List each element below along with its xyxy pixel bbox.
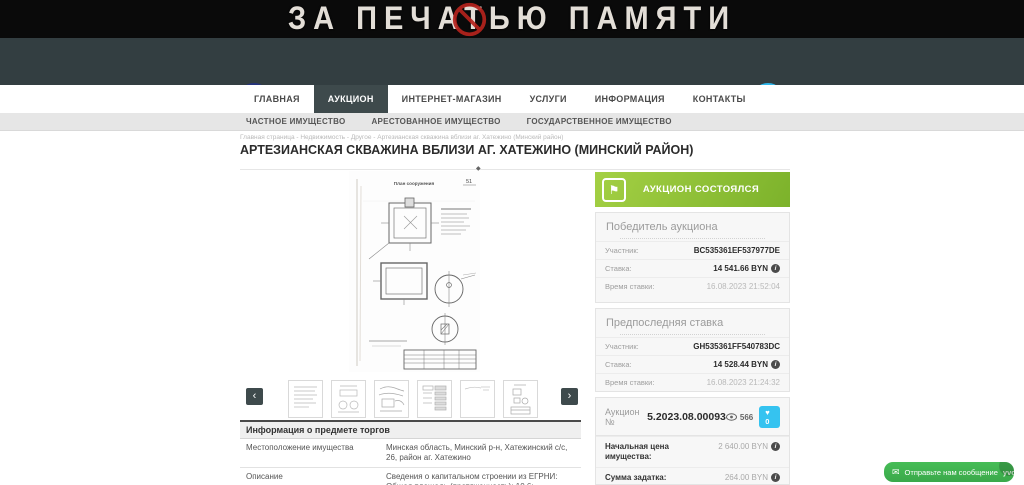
participant-value: GH535361FF540783DC <box>693 342 780 351</box>
prev-participant-row: Участник: GH535361FF540783DC <box>596 337 789 355</box>
gallery-thumbnail-2[interactable] <box>331 380 366 418</box>
bid-value: 14 541.66 BYNi <box>713 264 780 273</box>
divider <box>620 238 765 239</box>
nav-tab-shop[interactable]: ИНТЕРНЕТ-МАГАЗИН <box>388 85 516 113</box>
prev-bid-row: Ставка: 14 528.44 BYNi <box>596 355 789 373</box>
auction-number-label: Аукцион № <box>605 407 643 427</box>
drawing-page-number: 51 <box>466 179 472 185</box>
divider <box>620 334 765 335</box>
info-row-value: Минская область, Минский р-н, Хатежински… <box>386 443 575 463</box>
drawing-caption: План сооружения <box>394 181 435 186</box>
previous-bid-panel: Предпоследняя ставка Участник: GH535361F… <box>595 308 790 392</box>
info-icon[interactable]: i <box>771 473 780 482</box>
subnav-private-property[interactable]: ЧАСТНОЕ ИМУЩЕСТВО <box>246 113 345 130</box>
gallery-thumbnail-4[interactable] <box>417 380 452 418</box>
time-value: 16.08.2023 21:52:04 <box>707 282 780 291</box>
ad-banner-title: ЗА ПЕЧАТЬЮ ПАМЯТИ <box>288 1 736 38</box>
gallery-thumbnail-6[interactable] <box>503 380 538 418</box>
participant-label: Участник: <box>605 246 639 255</box>
auction-status-banner: ⚑ АУКЦИОН СОСТОЯЛСЯ <box>595 172 790 207</box>
info-row-label: Описание <box>246 472 386 485</box>
info-table-title: Информация о предмете торгов <box>240 420 581 439</box>
chat-label: Отправьте нам сообщение <box>905 468 998 477</box>
views-counter: 566 <box>726 413 753 422</box>
bid-value: 14 528.44 BYNi <box>713 360 780 369</box>
auction-header: Аукцион № 5.2023.08.00093 566 ♥ 0 <box>596 398 789 436</box>
prev-time-row: Время ставки: 16.08.2023 21:24:32 <box>596 373 789 391</box>
nav-tab-services[interactable]: УСЛУГИ <box>516 85 581 113</box>
gallery-prev-button[interactable]: ‹ <box>246 388 263 405</box>
winner-participant-row: Участник: BC535361EF537977DE <box>596 241 789 259</box>
previous-bid-panel-title: Предпоследняя ставка <box>596 309 789 334</box>
page: ЗА ПЕЧАТЬЮ ПАМЯТИ БелЮрОбеспечение ПЛОЩА… <box>0 0 1024 485</box>
subnav-state-property[interactable]: ГОСУДАРСТВЕННОЕ ИМУЩЕСТВО <box>527 113 672 130</box>
time-label: Время ставки: <box>605 378 654 387</box>
nav-tab-contacts[interactable]: КОНТАКТЫ <box>679 85 760 113</box>
info-icon[interactable]: i <box>771 442 780 451</box>
views-count: 566 <box>740 413 753 422</box>
info-icon[interactable]: i <box>771 360 780 369</box>
gallery-next-button[interactable]: › <box>561 388 578 405</box>
top-ad-banner[interactable]: ЗА ПЕЧАТЬЮ ПАМЯТИ <box>0 0 1024 38</box>
flag-icon: ⚑ <box>602 178 626 202</box>
winner-time-row: Время ставки: 16.08.2023 21:52:04 <box>596 277 789 295</box>
info-row-value: Сведения о капитальном строении из ЕГРНИ… <box>386 472 575 485</box>
nav-tab-auction[interactable]: АУКЦИОН <box>314 85 388 113</box>
time-label: Время ставки: <box>605 282 654 291</box>
nav-tab-information[interactable]: ИНФОРМАЦИЯ <box>581 85 679 113</box>
winner-bid-row: Ставка: 14 541.66 BYNi <box>596 259 789 277</box>
gallery-thumbnail-5[interactable] <box>460 380 495 418</box>
bid-label: Ставка: <box>605 264 632 273</box>
auction-row-start-price: Начальная цена имущества: 2 640.00 BYNi <box>596 436 789 467</box>
winner-panel: Победитель аукциона Участник: BC535361EF… <box>595 212 790 303</box>
eye-icon <box>726 413 737 421</box>
subnav-seized-property[interactable]: АРЕСТОВАННОЕ ИМУЩЕСТВО <box>371 113 500 130</box>
gallery-thumbnail-1[interactable] <box>288 380 323 418</box>
nav-tab-home[interactable]: ГЛАВНАЯ <box>240 85 314 113</box>
auction-row-deposit: Сумма задатка: 264.00 BYNi <box>596 467 789 485</box>
info-row-label: Местоположение имущества <box>246 443 386 463</box>
auction-status-label: АУКЦИОН СОСТОЯЛСЯ <box>626 184 776 195</box>
gallery-thumbnail-3[interactable] <box>374 380 409 418</box>
lot-info-table: Информация о предмете торгов Местоположе… <box>240 420 581 485</box>
lot-main-image[interactable]: План сооружения 51 <box>349 171 480 372</box>
time-value: 16.08.2023 21:24:32 <box>707 378 780 387</box>
winner-panel-title: Победитель аукциона <box>596 213 789 238</box>
envelope-icon: ✉ <box>892 467 900 478</box>
breadcrumb[interactable]: Главная страница - Недвижимость - Другое… <box>240 134 563 141</box>
table-row: Описание Сведения о капитальном строении… <box>240 468 581 485</box>
auction-number: 5.2023.08.00093 <box>647 411 726 423</box>
site-header: БелЮрОбеспечение ПЛОЩАДКА ПО ПРОДАЖЕ ИМУ… <box>0 38 1024 85</box>
participant-label: Участник: <box>605 342 639 351</box>
prohibition-sign-icon <box>451 1 488 38</box>
table-row: Местоположение имущества Минская область… <box>240 439 581 468</box>
auction-details-panel: Аукцион № 5.2023.08.00093 566 ♥ 0 Началь… <box>595 397 790 485</box>
chat-widget-button[interactable]: ✉ Отправьте нам сообщение yvo <box>884 462 1014 482</box>
title-divider <box>240 169 790 170</box>
participant-value: BC535361EF537977DE <box>694 246 780 255</box>
main-nav: ГЛАВНАЯ АУКЦИОН ИНТЕРНЕТ-МАГАЗИН УСЛУГИ … <box>0 85 1024 113</box>
like-button[interactable]: ♥ 0 <box>759 406 780 428</box>
info-icon[interactable]: i <box>771 264 780 273</box>
bid-label: Ставка: <box>605 360 632 369</box>
page-title: АРТЕЗИАНСКАЯ СКВАЖИНА ВБЛИЗИ АГ. ХАТЕЖИН… <box>240 143 693 157</box>
sub-nav: ЧАСТНОЕ ИМУЩЕСТВО АРЕСТОВАННОЕ ИМУЩЕСТВО… <box>0 113 1024 131</box>
chat-fold-decoration <box>999 462 1014 476</box>
